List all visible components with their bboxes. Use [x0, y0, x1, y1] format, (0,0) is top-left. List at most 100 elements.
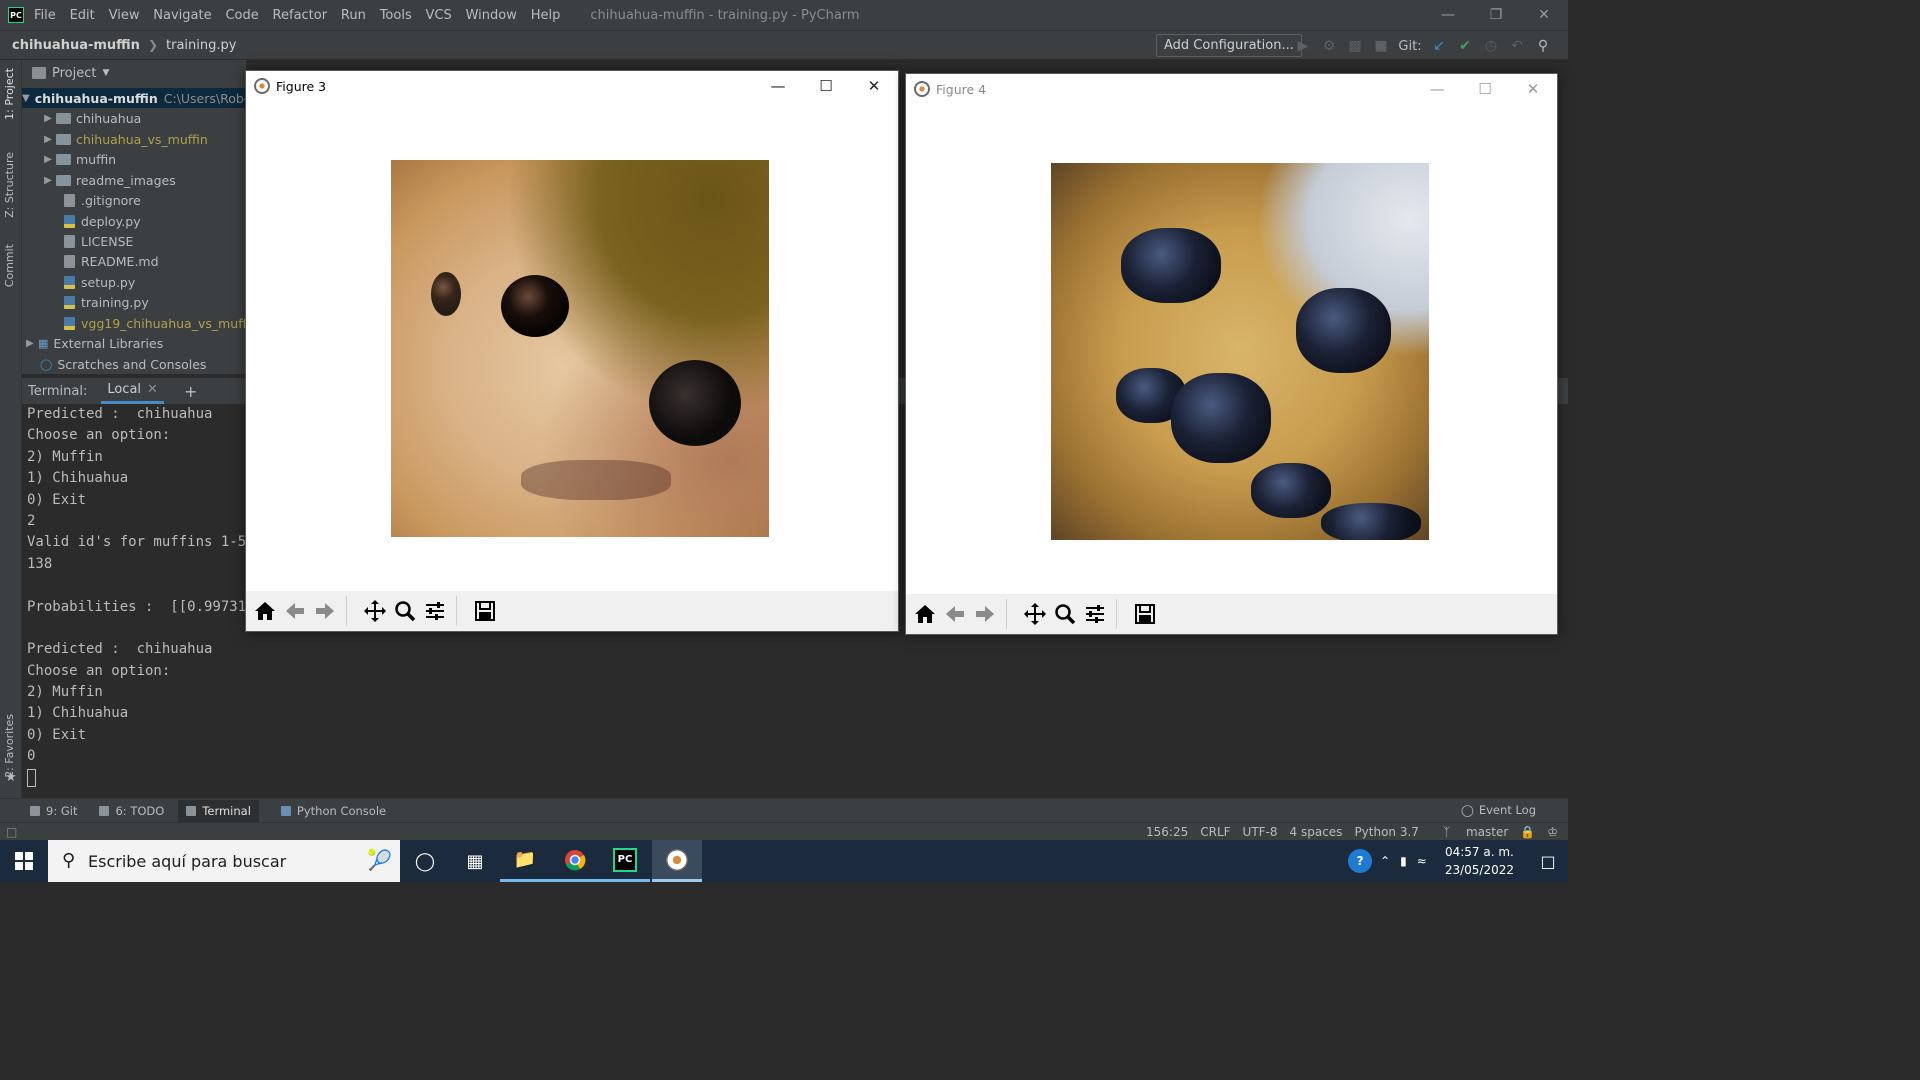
add-configuration-button[interactable]: Add Configuration...: [1156, 34, 1302, 57]
forward-arrow-icon[interactable]: [310, 596, 340, 626]
cursor-position[interactable]: 156:25: [1146, 825, 1188, 839]
pan-icon[interactable]: [360, 596, 390, 626]
tree-item-gitignore[interactable]: .gitignore: [64, 190, 141, 210]
matplotlib-taskbar-icon[interactable]: [652, 840, 702, 882]
pycharm-icon[interactable]: PC: [600, 840, 650, 882]
forward-arrow-icon[interactable]: [970, 599, 1000, 629]
file-encoding[interactable]: UTF-8: [1243, 825, 1278, 839]
menu-run[interactable]: Run: [341, 8, 366, 23]
tree-item-setup-py[interactable]: setup.py: [64, 272, 135, 292]
back-arrow-icon[interactable]: [280, 596, 310, 626]
indent-setting[interactable]: 4 spaces: [1290, 825, 1343, 839]
menu-vcs[interactable]: VCS: [426, 8, 452, 23]
notification-icon[interactable]: □: [1528, 852, 1568, 871]
git-tool-tab[interactable]: 9: Git: [30, 804, 77, 818]
terminal-tab-local[interactable]: Local ✕: [101, 378, 164, 404]
tree-item-license[interactable]: LICENSE: [64, 231, 133, 251]
tree-item-external-libraries[interactable]: ▶ ▦ External Libraries: [22, 333, 163, 353]
taskbar-clock[interactable]: 04:57 a. m. 23/05/2022: [1445, 843, 1514, 879]
favorites-side-tab[interactable]: 2: Favorites: [3, 714, 16, 778]
menu-window[interactable]: Window: [466, 8, 517, 23]
run-icon[interactable]: ▶: [1290, 38, 1316, 54]
inspector-icon[interactable]: ♔: [1547, 825, 1558, 839]
back-arrow-icon[interactable]: [940, 599, 970, 629]
git-update-icon[interactable]: ↙: [1426, 38, 1452, 54]
python-console-tool-tab[interactable]: Python Console: [280, 804, 386, 818]
lock-icon[interactable]: 🔒: [1520, 825, 1535, 839]
minimize-button[interactable]: —: [754, 71, 802, 101]
breadcrumb-file[interactable]: training.py: [166, 38, 236, 53]
battery-icon[interactable]: ▮: [1400, 854, 1407, 868]
home-icon[interactable]: [250, 596, 280, 626]
restore-button[interactable]: ❐: [1472, 0, 1520, 30]
file-explorer-icon[interactable]: 📁: [500, 840, 550, 882]
git-rollback-icon[interactable]: ↶: [1504, 38, 1530, 54]
tree-item-chihuahua-vs-muffin[interactable]: ▶ chihuahua_vs_muffin: [40, 129, 208, 149]
maximize-button[interactable]: ☐: [1461, 74, 1509, 104]
breadcrumb-project[interactable]: chihuahua-muffin: [12, 38, 140, 53]
git-commit-icon[interactable]: ✔: [1452, 38, 1478, 54]
collapse-arrow-icon: ▶: [44, 112, 52, 124]
python-interpreter[interactable]: Python 3.7: [1354, 825, 1419, 839]
configure-subplots-icon[interactable]: [1080, 599, 1110, 629]
tree-item-readme-md[interactable]: README.md: [64, 251, 159, 271]
tree-item-chihuahua[interactable]: ▶ chihuahua: [40, 108, 141, 128]
help-icon[interactable]: ?: [1348, 849, 1373, 873]
close-button[interactable]: ✕: [1520, 0, 1568, 30]
save-icon[interactable]: [470, 596, 500, 626]
zoom-icon[interactable]: [390, 596, 420, 626]
figure-3-window[interactable]: Figure 3 — ☐ ✕: [245, 70, 899, 632]
windows-start-button[interactable]: [0, 840, 48, 882]
home-icon[interactable]: [910, 599, 940, 629]
cortana-icon[interactable]: ◯: [400, 840, 450, 882]
menu-view[interactable]: View: [109, 8, 140, 23]
menu-help[interactable]: Help: [531, 8, 561, 23]
stop-icon[interactable]: ■: [1368, 38, 1394, 54]
terminal-tool-tab[interactable]: Terminal: [178, 799, 259, 822]
minimize-button[interactable]: —: [1413, 74, 1461, 104]
todo-tool-tab[interactable]: 6: TODO: [99, 804, 164, 818]
tree-item-training-py[interactable]: training.py: [64, 292, 149, 312]
menu-edit[interactable]: Edit: [70, 8, 95, 23]
minimize-button[interactable]: —: [1424, 0, 1472, 30]
zoom-icon[interactable]: [1050, 599, 1080, 629]
figure-4-window[interactable]: Figure 4 — ☐ ✕: [905, 73, 1558, 635]
git-history-icon[interactable]: ◷: [1478, 38, 1504, 54]
new-terminal-icon[interactable]: +: [184, 382, 197, 401]
tree-item-readme-images[interactable]: ▶ readme_images: [40, 170, 176, 190]
chrome-icon[interactable]: [550, 840, 600, 882]
project-panel-header[interactable]: Project ▼: [22, 60, 246, 86]
task-view-icon[interactable]: ▦: [450, 840, 500, 882]
debug-icon[interactable]: ⚙: [1316, 38, 1342, 54]
figure-title-bar[interactable]: Figure 3 — ☐ ✕: [246, 71, 898, 101]
close-button[interactable]: ✕: [1509, 74, 1557, 104]
menu-refactor[interactable]: Refactor: [273, 8, 328, 23]
close-button[interactable]: ✕: [850, 71, 898, 101]
tree-root[interactable]: ▼ chihuahua-muffin C:\Users\Robe: [22, 88, 251, 108]
configure-subplots-icon[interactable]: [420, 596, 450, 626]
search-icon[interactable]: ⚲: [1530, 38, 1556, 54]
commit-side-tab[interactable]: Commit: [3, 244, 16, 287]
tree-item-muffin[interactable]: ▶ muffin: [40, 149, 116, 169]
maximize-button[interactable]: ☐: [802, 71, 850, 101]
save-icon[interactable]: [1130, 599, 1160, 629]
project-side-tab[interactable]: 1: Project: [3, 68, 16, 120]
chevron-up-icon[interactable]: ⌃: [1380, 854, 1390, 868]
structure-side-tab[interactable]: Z: Structure: [3, 152, 16, 218]
pan-icon[interactable]: [1020, 599, 1050, 629]
figure-title-bar[interactable]: Figure 4 — ☐ ✕: [906, 74, 1557, 104]
tree-item-deploy-py[interactable]: deploy.py: [64, 211, 141, 231]
menu-tools[interactable]: Tools: [380, 8, 412, 23]
menu-code[interactable]: Code: [225, 8, 258, 23]
event-log-tab[interactable]: ◯ Event Log: [1461, 803, 1536, 817]
menu-file[interactable]: File: [34, 8, 56, 23]
wifi-icon[interactable]: ≈: [1417, 854, 1427, 868]
tree-item-scratches[interactable]: ◯ Scratches and Consoles: [40, 354, 206, 374]
taskbar-search-box[interactable]: ⚲ Escribe aquí para buscar 🎾: [48, 840, 400, 882]
menu-navigate[interactable]: Navigate: [153, 8, 211, 23]
close-tab-icon[interactable]: ✕: [147, 382, 158, 397]
line-separator[interactable]: CRLF: [1200, 825, 1230, 839]
coverage-icon[interactable]: ▩: [1342, 38, 1368, 54]
layout-toggle-icon[interactable]: □: [6, 825, 17, 839]
git-branch[interactable]: ᛉ master: [1431, 825, 1508, 839]
